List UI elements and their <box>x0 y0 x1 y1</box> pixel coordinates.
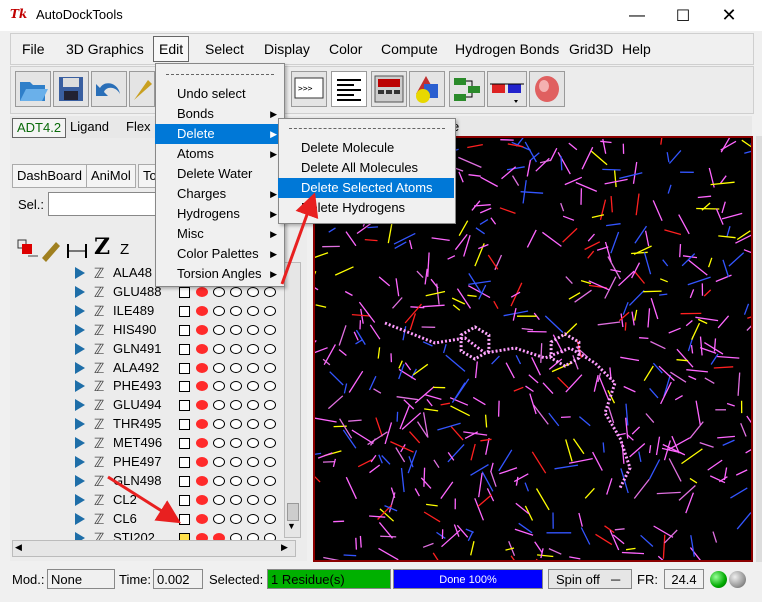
progress-bar: Done 100% <box>393 569 543 589</box>
mod-field: None <box>47 569 115 589</box>
arrow-to-delete-selected <box>280 192 319 285</box>
time-field: 0.002 <box>153 569 203 589</box>
fr-label: FR: <box>637 572 658 587</box>
selected-field[interactable]: 1 Residue(s) <box>267 569 391 589</box>
spin-value: Spin off <box>556 572 600 587</box>
fr-field: 24.4 <box>664 569 704 589</box>
annotation-arrows <box>107 192 319 524</box>
mod-label: Mod.: <box>12 572 45 587</box>
arrow-to-sti202 <box>107 475 182 524</box>
status-bar: Mod.: None Time: 0.002 Selected: 1 Resid… <box>0 566 762 594</box>
spin-dropdown[interactable]: Spin off ─ <box>548 569 632 589</box>
status-light-gray-icon[interactable] <box>729 571 746 588</box>
selected-label: Selected: <box>209 572 264 587</box>
time-label: Time: <box>119 572 152 587</box>
dropdown-icon: ─ <box>611 572 621 587</box>
status-light-green-icon[interactable] <box>710 571 727 588</box>
